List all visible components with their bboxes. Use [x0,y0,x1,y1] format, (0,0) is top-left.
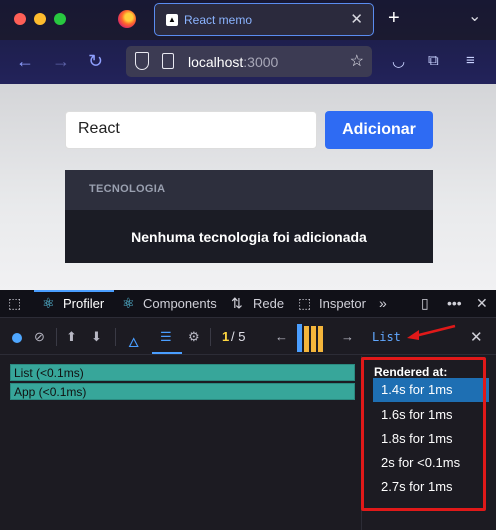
download-icon[interactable]: ⬇ [91,329,102,345]
commit-index: 1 [222,329,230,344]
settings-gear-icon[interactable]: ⚙ [188,329,200,345]
page-viewport: React Adicionar TECNOLOGIA Nenhuma tecno… [0,84,496,290]
close-window-button[interactable] [14,13,26,25]
url-text: localhost:3000 [188,54,279,70]
ranked-row-app[interactable]: App (<0.1ms) [10,383,355,400]
react-icon: ⚛ [42,295,55,311]
flamegraph-icon[interactable]: 🜂 [128,329,139,355]
new-tab-icon[interactable]: + [388,7,400,30]
toolbar-divider [210,328,211,346]
commit-bar[interactable] [297,324,302,352]
technology-input[interactable]: React [65,111,317,149]
react-favicon-icon: ▲ [166,14,178,26]
record-button[interactable] [12,333,22,343]
back-arrow-icon[interactable]: ← [16,51,34,72]
commit-bar[interactable] [304,326,309,352]
more-tabs-icon[interactable]: » [379,295,387,311]
previous-commit-icon[interactable]: ← [275,329,288,344]
address-bar[interactable]: localhost:3000 ☆ [126,46,372,77]
chevron-down-icon[interactable]: ⌄ [468,6,481,26]
reload-icon[interactable]: ↻ [88,51,103,72]
pocket-icon[interactable]: ◡ [392,52,405,70]
close-devtools-icon[interactable]: ✕ [476,295,488,312]
bookmark-star-icon[interactable]: ☆ [350,51,364,71]
element-picker-icon[interactable]: ⬚ [8,295,21,312]
minimize-window-button[interactable] [34,13,46,25]
ranked-row-list[interactable]: List (<0.1ms) [10,364,355,381]
tab-inspector[interactable]: Inspetor [319,296,366,311]
toolbar-divider [56,328,57,346]
shield-icon[interactable] [135,52,149,70]
tab-network[interactable]: Rede [253,296,284,311]
commit-total: / 5 [231,329,246,344]
annotation-highlight-box [361,357,486,511]
browser-nav-bar: ← → ↻ localhost:3000 ☆ ◡ ⧉ ≡ [0,40,496,84]
annotation-arrow-icon [407,324,456,340]
close-sidebar-icon[interactable]: ✕ [470,328,483,346]
network-arrows-icon: ⇅ [231,295,243,311]
devtools-tab-bar: ⬚ ⚛ Profiler ⚛ Components ⇅ Rede ⬚ Inspe… [0,290,496,318]
more-options-icon[interactable]: ••• [447,295,462,311]
clear-icon[interactable]: ⊘ [34,329,45,345]
dock-side-icon[interactable]: ▯ [421,295,429,312]
firefox-icon[interactable] [118,10,136,28]
upload-icon[interactable]: ⬆ [66,329,77,345]
tab-components[interactable]: Components [143,296,217,311]
toolbar-divider [115,328,116,346]
add-button[interactable]: Adicionar [325,111,433,149]
inspector-icon: ⬚ [298,295,312,311]
maximize-window-button[interactable] [54,13,66,25]
ranked-chart-icon[interactable]: ☰ [160,329,172,345]
tab-title: React memo [184,13,253,27]
commit-chart[interactable] [297,324,329,352]
empty-message: Nenhuma tecnologia foi adicionada [131,229,367,245]
commit-bar[interactable] [318,326,323,352]
technology-card: TECNOLOGIA Nenhuma tecnologia foi adicio… [65,170,433,263]
active-tab-indicator [34,290,114,292]
commit-bar[interactable] [311,326,316,352]
ranked-tab-indicator [152,352,182,354]
menu-icon[interactable]: ≡ [466,52,475,69]
close-tab-icon[interactable]: ✕ [350,10,363,28]
next-commit-icon[interactable]: → [341,329,354,344]
react-icon: ⚛ [122,295,135,311]
forward-arrow-icon[interactable]: → [52,51,70,72]
browser-tab-bar: ▲ React memo ✕ + ⌄ [0,0,496,40]
page-info-icon[interactable] [162,53,174,69]
card-header: TECNOLOGIA [65,170,433,210]
browser-tab-active[interactable]: ▲ React memo ✕ [154,3,374,36]
tab-profiler[interactable]: Profiler [63,296,104,311]
selected-component-name: List [372,330,401,344]
ranked-chart-area: List (<0.1ms) App (<0.1ms) [0,356,362,530]
extensions-icon[interactable]: ⧉ [428,52,439,69]
